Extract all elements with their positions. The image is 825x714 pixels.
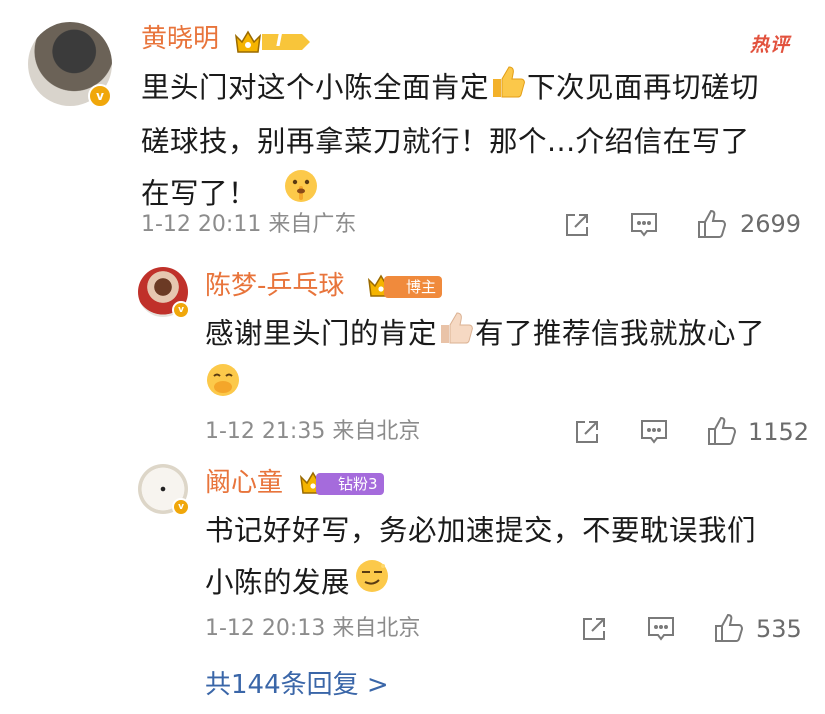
hand-over-mouth-emoji-icon: [205, 362, 241, 415]
like-icon[interactable]: [713, 612, 745, 644]
thumbs-up-emoji-icon: [489, 63, 527, 116]
comment-icon[interactable]: [639, 418, 669, 446]
like-count: 2699: [740, 210, 802, 238]
like-count: 535: [756, 615, 802, 643]
like-icon[interactable]: [696, 208, 728, 240]
share-icon[interactable]: [573, 418, 601, 446]
time-location: 1-12 20:11 来自广东: [141, 212, 357, 237]
time-location: 1-12 21:35 来自北京: [205, 419, 421, 444]
avatar[interactable]: v: [138, 464, 190, 516]
verified-badge-icon: v: [172, 301, 190, 319]
time-location: 1-12 20:13 来自北京: [205, 616, 421, 641]
share-icon[interactable]: [563, 211, 591, 239]
author-name[interactable]: 黄晓明: [141, 24, 219, 54]
avatar[interactable]: v: [138, 267, 190, 319]
hot-comment-label: 热评: [750, 34, 791, 56]
like-icon[interactable]: [706, 415, 738, 447]
crown-level-badge: I: [232, 28, 312, 56]
thumbs-up-emoji-icon: [437, 309, 475, 362]
diamond-fan-tag: 钻粉3: [316, 473, 384, 495]
comment-icon[interactable]: [646, 615, 676, 643]
level-label: I: [276, 31, 283, 51]
share-icon[interactable]: [580, 615, 608, 643]
reply-text: 书记好好写，务必加速提交，不要耽误我们 小陈的发展: [205, 505, 815, 611]
more-replies-link[interactable]: 共144条回复 >: [205, 670, 389, 700]
verified-badge-icon: v: [88, 84, 112, 108]
comment-text: 里头门对这个小陈全面肯定 下次见面再切磋切 磋球技，别再拿菜刀就行！那个...介…: [141, 62, 811, 221]
comment-icon[interactable]: [629, 211, 659, 239]
reply-text: 感谢里头门的肯定 有了推荐信我就放心了: [205, 308, 805, 415]
avatar[interactable]: v: [28, 22, 112, 108]
reply-author-name[interactable]: 陈梦-乒乓球: [205, 271, 344, 301]
like-count: 1152: [748, 418, 810, 446]
verified-badge-icon: v: [172, 498, 190, 516]
reply-author-name[interactable]: 阚心童: [205, 468, 283, 498]
blogger-tag: 博主: [384, 276, 443, 298]
smirk-emoji-icon: [354, 558, 390, 611]
